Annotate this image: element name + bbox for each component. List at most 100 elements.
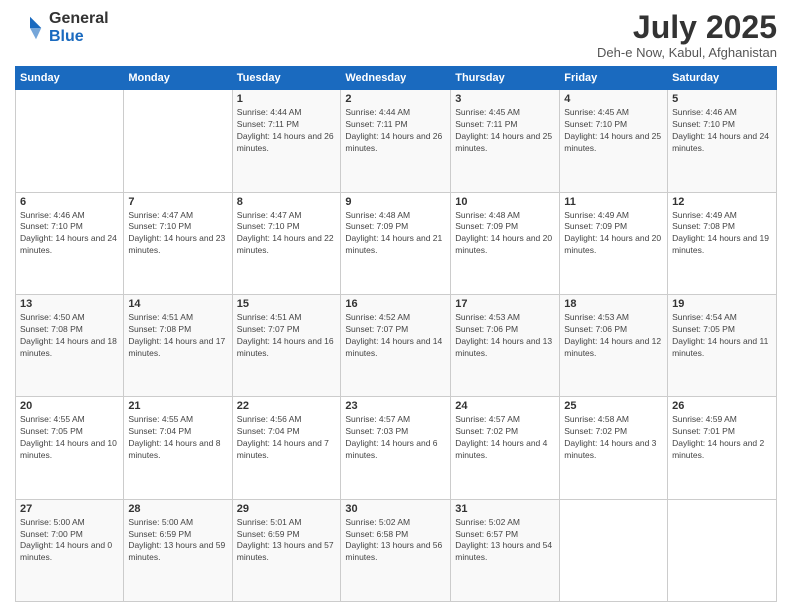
day-number: 7 <box>128 196 227 208</box>
calendar: SundayMondayTuesdayWednesdayThursdayFrid… <box>15 66 777 602</box>
calendar-week-2: 6 Sunrise: 4:46 AM Sunset: 7:10 PM Daylig… <box>16 192 777 294</box>
day-number: 25 <box>564 400 663 412</box>
calendar-cell: 20 Sunrise: 4:55 AM Sunset: 7:05 PM Dayli… <box>16 397 124 499</box>
day-info: Sunrise: 4:48 AM Sunset: 7:09 PM Dayligh… <box>345 210 446 258</box>
weekday-header-wednesday: Wednesday <box>341 67 451 90</box>
weekday-header-saturday: Saturday <box>668 67 777 90</box>
main-title: July 2025 <box>597 10 777 45</box>
day-info: Sunrise: 4:47 AM Sunset: 7:10 PM Dayligh… <box>237 210 337 258</box>
calendar-cell: 16 Sunrise: 4:52 AM Sunset: 7:07 PM Dayli… <box>341 294 451 396</box>
day-number: 16 <box>345 298 446 310</box>
calendar-week-4: 20 Sunrise: 4:55 AM Sunset: 7:05 PM Dayli… <box>16 397 777 499</box>
calendar-cell: 10 Sunrise: 4:48 AM Sunset: 7:09 PM Dayli… <box>451 192 560 294</box>
calendar-cell: 23Sunrise: 4:57 AM Sunset: 7:03 PM Dayli… <box>341 397 451 499</box>
calendar-cell: 1Sunrise: 4:44 AM Sunset: 7:11 PM Daylig… <box>232 90 341 192</box>
calendar-header: SundayMondayTuesdayWednesdayThursdayFrid… <box>16 67 777 90</box>
calendar-cell: 18 Sunrise: 4:53 AM Sunset: 7:06 PM Dayli… <box>560 294 668 396</box>
day-number: 4 <box>564 93 663 105</box>
day-number: 15 <box>237 298 337 310</box>
day-number: 10 <box>455 196 555 208</box>
calendar-cell: 21 Sunrise: 4:55 AM Sunset: 7:04 PM Dayli… <box>124 397 232 499</box>
calendar-cell: 27Sunrise: 5:00 AM Sunset: 7:00 PM Dayli… <box>16 499 124 601</box>
day-info: Sunrise: 4:45 AM Sunset: 7:11 PM Dayligh… <box>455 107 555 155</box>
calendar-cell: 8Sunrise: 4:47 AM Sunset: 7:10 PM Daylig… <box>232 192 341 294</box>
day-number: 24 <box>455 400 555 412</box>
day-number: 11 <box>564 196 663 208</box>
weekday-row: SundayMondayTuesdayWednesdayThursdayFrid… <box>16 67 777 90</box>
day-info: Sunrise: 4:53 AM Sunset: 7:06 PM Dayligh… <box>564 312 663 360</box>
day-number: 28 <box>128 503 227 515</box>
calendar-cell: 24 Sunrise: 4:57 AM Sunset: 7:02 PM Dayli… <box>451 397 560 499</box>
calendar-cell: 15 Sunrise: 4:51 AM Sunset: 7:07 PM Dayli… <box>232 294 341 396</box>
day-info: Sunrise: 4:55 AM Sunset: 7:05 PM Dayligh… <box>20 414 119 462</box>
calendar-cell: 17Sunrise: 4:53 AM Sunset: 7:06 PM Dayli… <box>451 294 560 396</box>
day-number: 29 <box>237 503 337 515</box>
day-number: 9 <box>345 196 446 208</box>
day-info: Sunrise: 4:44 AM Sunset: 7:11 PM Dayligh… <box>345 107 446 155</box>
day-info: Sunrise: 4:52 AM Sunset: 7:07 PM Dayligh… <box>345 312 446 360</box>
calendar-cell <box>668 499 777 601</box>
day-number: 30 <box>345 503 446 515</box>
weekday-header-sunday: Sunday <box>16 67 124 90</box>
calendar-cell <box>16 90 124 192</box>
calendar-cell: 7 Sunrise: 4:47 AM Sunset: 7:10 PM Daylig… <box>124 192 232 294</box>
weekday-header-friday: Friday <box>560 67 668 90</box>
day-info: Sunrise: 4:46 AM Sunset: 7:10 PM Dayligh… <box>672 107 772 155</box>
day-info: Sunrise: 4:44 AM Sunset: 7:11 PM Dayligh… <box>237 107 337 155</box>
day-number: 20 <box>20 400 119 412</box>
day-number: 6 <box>20 196 119 208</box>
day-info: Sunrise: 4:46 AM Sunset: 7:10 PM Dayligh… <box>20 210 119 258</box>
day-info: Sunrise: 5:02 AM Sunset: 6:57 PM Dayligh… <box>455 517 555 565</box>
day-info: Sunrise: 5:01 AM Sunset: 6:59 PM Dayligh… <box>237 517 337 565</box>
calendar-cell: 6 Sunrise: 4:46 AM Sunset: 7:10 PM Daylig… <box>16 192 124 294</box>
day-info: Sunrise: 4:56 AM Sunset: 7:04 PM Dayligh… <box>237 414 337 462</box>
weekday-header-monday: Monday <box>124 67 232 90</box>
day-info: Sunrise: 4:51 AM Sunset: 7:07 PM Dayligh… <box>237 312 337 360</box>
day-number: 21 <box>128 400 227 412</box>
day-number: 27 <box>20 503 119 515</box>
calendar-cell: 25Sunrise: 4:58 AM Sunset: 7:02 PM Dayli… <box>560 397 668 499</box>
weekday-header-tuesday: Tuesday <box>232 67 341 90</box>
day-number: 23 <box>345 400 446 412</box>
day-number: 18 <box>564 298 663 310</box>
calendar-cell: 3Sunrise: 4:45 AM Sunset: 7:11 PM Daylig… <box>451 90 560 192</box>
logo-general-text: General <box>49 10 109 28</box>
calendar-cell <box>124 90 232 192</box>
logo: General Blue <box>15 10 109 45</box>
day-info: Sunrise: 5:02 AM Sunset: 6:58 PM Dayligh… <box>345 517 446 565</box>
logo-blue-text: Blue <box>49 28 109 46</box>
day-info: Sunrise: 4:48 AM Sunset: 7:09 PM Dayligh… <box>455 210 555 258</box>
day-number: 19 <box>672 298 772 310</box>
day-number: 22 <box>237 400 337 412</box>
day-number: 13 <box>20 298 119 310</box>
day-number: 14 <box>128 298 227 310</box>
weekday-header-thursday: Thursday <box>451 67 560 90</box>
day-info: Sunrise: 4:55 AM Sunset: 7:04 PM Dayligh… <box>128 414 227 462</box>
day-info: Sunrise: 4:45 AM Sunset: 7:10 PM Dayligh… <box>564 107 663 155</box>
calendar-cell: 22 Sunrise: 4:56 AM Sunset: 7:04 PM Dayli… <box>232 397 341 499</box>
day-number: 26 <box>672 400 772 412</box>
day-number: 12 <box>672 196 772 208</box>
calendar-cell <box>560 499 668 601</box>
day-number: 2 <box>345 93 446 105</box>
day-number: 5 <box>672 93 772 105</box>
calendar-cell: 19Sunrise: 4:54 AM Sunset: 7:05 PM Dayli… <box>668 294 777 396</box>
calendar-cell: 4 Sunrise: 4:45 AM Sunset: 7:10 PM Daylig… <box>560 90 668 192</box>
logo-icon <box>15 13 45 43</box>
day-info: Sunrise: 4:53 AM Sunset: 7:06 PM Dayligh… <box>455 312 555 360</box>
calendar-cell: 30 Sunrise: 5:02 AM Sunset: 6:58 PM Dayli… <box>341 499 451 601</box>
day-info: Sunrise: 4:47 AM Sunset: 7:10 PM Dayligh… <box>128 210 227 258</box>
calendar-cell: 2 Sunrise: 4:44 AM Sunset: 7:11 PM Daylig… <box>341 90 451 192</box>
calendar-cell: 12Sunrise: 4:49 AM Sunset: 7:08 PM Dayli… <box>668 192 777 294</box>
day-number: 31 <box>455 503 555 515</box>
page: General Blue July 2025 Deh-e Now, Kabul,… <box>0 0 792 612</box>
title-section: July 2025 Deh-e Now, Kabul, Afghanistan <box>597 10 777 60</box>
calendar-cell: 26Sunrise: 4:59 AM Sunset: 7:01 PM Dayli… <box>668 397 777 499</box>
day-info: Sunrise: 4:57 AM Sunset: 7:02 PM Dayligh… <box>455 414 555 462</box>
calendar-cell: 5 Sunrise: 4:46 AM Sunset: 7:10 PM Daylig… <box>668 90 777 192</box>
calendar-cell: 11 Sunrise: 4:49 AM Sunset: 7:09 PM Dayli… <box>560 192 668 294</box>
calendar-cell: 28Sunrise: 5:00 AM Sunset: 6:59 PM Dayli… <box>124 499 232 601</box>
calendar-week-5: 27Sunrise: 5:00 AM Sunset: 7:00 PM Dayli… <box>16 499 777 601</box>
logo-text: General Blue <box>49 10 109 45</box>
day-info: Sunrise: 4:49 AM Sunset: 7:09 PM Dayligh… <box>564 210 663 258</box>
